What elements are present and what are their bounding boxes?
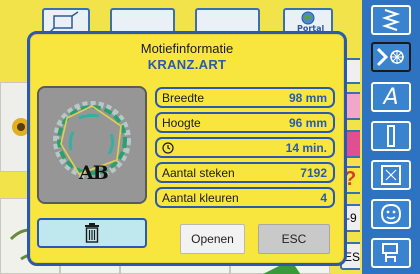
esc-button[interactable]: ESC <box>258 224 330 254</box>
frame-icon <box>381 165 401 185</box>
info-row-width: Breedte 98 mm <box>155 87 335 108</box>
bg-btn-minus9-label: -9 <box>346 211 357 225</box>
stitch-count-label: Aantal steken <box>162 165 235 180</box>
sidebar-item-buttonhole[interactable] <box>371 121 411 151</box>
sidebar-item-lettering[interactable]: A <box>371 82 411 112</box>
color-count-value: 4 <box>320 190 327 205</box>
dialog-filename: KRANZ.ART <box>147 57 227 72</box>
height-value: 96 mm <box>288 115 327 130</box>
motif-info-dialog: Motiefinformatie KRANZ.ART AB Breedte 98… <box>27 31 347 266</box>
personal-program-smiley-icon <box>380 204 402 225</box>
wreath-motif-image <box>53 101 131 179</box>
sidebar-item-frame[interactable] <box>371 160 411 190</box>
info-row-colors: Aantal kleuren 4 <box>155 187 335 208</box>
color-count-label: Aantal kleuren <box>162 190 239 205</box>
sidebar-item-stitches[interactable] <box>371 5 411 35</box>
sunflower-icon <box>12 118 27 136</box>
sidebar-item-embroidery[interactable] <box>371 42 411 72</box>
info-row-height: Hoogte 96 mm <box>155 112 335 133</box>
motif-preview: AB <box>37 86 147 204</box>
dialog-title: Motiefinformatie <box>140 41 234 56</box>
stitch-count-value: 7192 <box>300 165 327 180</box>
height-label: Hoogte <box>162 115 201 130</box>
buttonhole-icon <box>387 125 395 147</box>
width-label: Breedte <box>162 90 205 105</box>
embroidery-mode-icon <box>376 47 404 67</box>
bg-tile-left[interactable] <box>0 82 28 172</box>
delete-button[interactable] <box>37 218 147 248</box>
preview-text: AB <box>79 162 109 184</box>
stitch-zigzag-icon <box>381 9 401 31</box>
width-value: 98 mm <box>288 90 327 105</box>
open-button[interactable]: Openen <box>180 224 245 254</box>
time-value: 14 min. <box>285 140 327 155</box>
info-row-stitches: Aantal steken 7192 <box>155 162 335 183</box>
info-row-time: 14 min. <box>155 137 335 158</box>
lettering-a-icon: A <box>383 84 399 110</box>
sidebar-item-setup[interactable] <box>371 238 411 268</box>
sidebar: A <box>362 0 420 274</box>
setup-icon <box>382 243 398 262</box>
sidebar-item-personal[interactable] <box>371 199 411 229</box>
trash-icon <box>85 223 99 243</box>
clock-icon <box>162 141 174 154</box>
